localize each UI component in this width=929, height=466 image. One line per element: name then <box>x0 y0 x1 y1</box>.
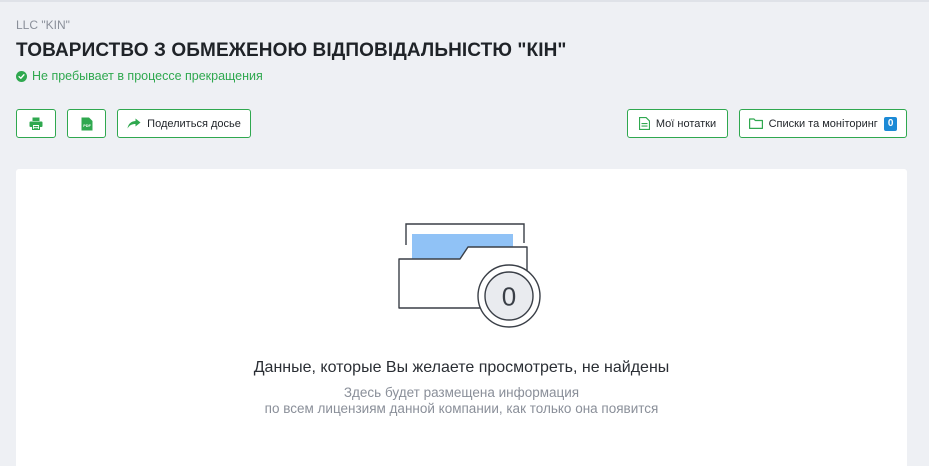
print-button[interactable] <box>16 109 56 138</box>
empty-state-description: Здесь будет размещена информация по всем… <box>16 385 907 417</box>
company-short-name: LLC "KIN" <box>16 18 70 32</box>
my-notes-label: Мої нотатки <box>655 117 717 130</box>
empty-state-title: Данные, которые Вы желаете просмотреть, … <box>253 359 670 376</box>
empty-counter: 0 <box>502 282 516 312</box>
folder-icon <box>748 118 763 129</box>
pdf-button[interactable]: PDF <box>67 109 106 138</box>
note-icon <box>638 117 650 130</box>
printer-icon <box>29 117 43 130</box>
empty-state-line-1: Здесь будет размещена информация <box>343 385 580 400</box>
licenses-panel: 0 Данные, которые Вы желаете просмотреть… <box>16 169 907 466</box>
company-status-text: Не пребывает в процессе прекращения <box>32 69 263 83</box>
my-notes-button[interactable]: Мої нотатки <box>627 109 728 138</box>
empty-state-line-2: по всем лицензиям данной компании, как т… <box>264 401 659 416</box>
lists-monitoring-button[interactable]: Списки та моніторинг 0 <box>739 109 907 138</box>
pdf-icon-text: PDF <box>83 123 91 127</box>
share-dossier-button[interactable]: Поделиться досье <box>117 109 251 138</box>
pdf-icon: PDF <box>81 117 93 131</box>
share-dossier-label: Поделиться досье <box>147 117 241 130</box>
lists-count-badge: 0 <box>883 116 898 131</box>
toolbar: PDF Поделиться досье Мої нотатки Списки … <box>16 109 907 138</box>
share-arrow-icon <box>127 118 141 129</box>
company-status: Не пребывает в процессе прекращения <box>16 69 263 83</box>
page-title: ТОВАРИСТВО З ОБМЕЖЕНОЮ ВІДПОВІДАЛЬНІСТЮ … <box>16 40 567 61</box>
lists-monitoring-label: Списки та моніторинг <box>768 117 878 130</box>
check-circle-icon <box>16 70 27 82</box>
empty-folder-icon: 0 <box>398 221 544 338</box>
